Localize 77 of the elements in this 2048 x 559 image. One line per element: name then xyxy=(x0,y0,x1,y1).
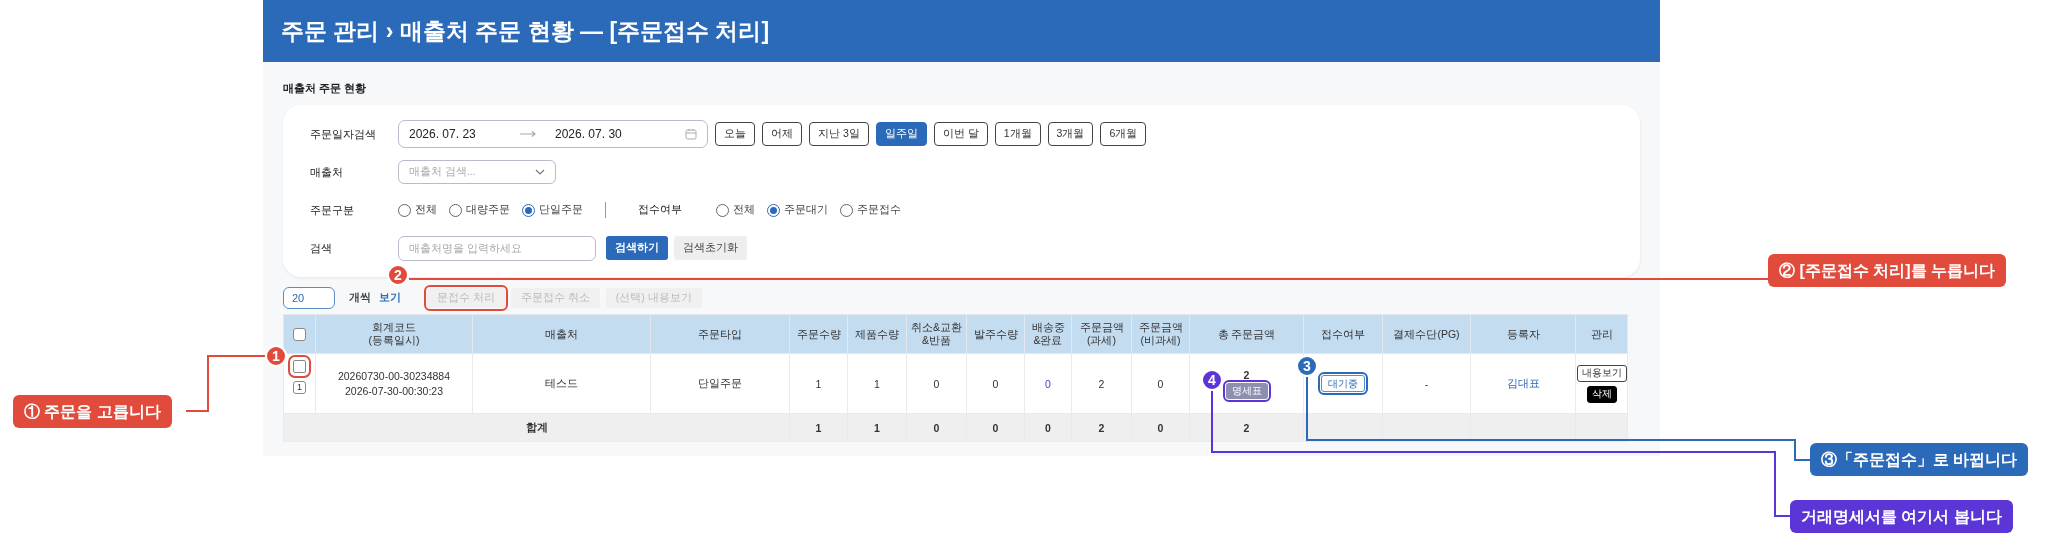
column-header: 총 주문금액 xyxy=(1217,327,1276,340)
radio-label: 주문접수 xyxy=(857,203,901,217)
column-header: 매출처 xyxy=(545,327,578,340)
table-cell-text: 0 xyxy=(992,377,999,390)
date-range-button[interactable]: 일주일 xyxy=(875,122,927,146)
callout-label: ③「주문접수」로 바뀝니다 xyxy=(1810,443,2029,476)
callout-label: 거래명세서를 여기서 봅니다 xyxy=(1790,500,2013,533)
date-range-button[interactable]: 지난 3일 xyxy=(809,122,869,146)
total-value: 1 xyxy=(815,421,822,434)
status-button[interactable]: 대기중 xyxy=(1321,375,1365,392)
total-value: 2 xyxy=(1243,421,1250,434)
column-header: 등록자 xyxy=(1506,327,1540,340)
amount-text: 2 xyxy=(1243,368,1250,381)
date-range-button[interactable]: 어제 xyxy=(762,122,802,146)
table-cell-text: 단일주문 xyxy=(698,376,742,389)
radio-label: 전체 xyxy=(415,203,437,217)
column-header: 주문금액 (비과세) xyxy=(1138,321,1183,346)
column-header: 회계코드 (등록일시) xyxy=(368,321,420,346)
table-link[interactable]: 0 xyxy=(1045,377,1051,390)
view-link[interactable]: 보기 xyxy=(379,291,401,305)
table-cell-text: 0 xyxy=(1157,377,1164,390)
row-number: 1 xyxy=(293,381,306,394)
reset-button[interactable]: 검색초기화 xyxy=(674,236,747,260)
field-label: 주문일자검색 xyxy=(310,126,377,142)
field-label: 접수여부 xyxy=(638,203,683,217)
column-header: 배송중 &완료 xyxy=(1031,321,1065,346)
field-label: 매출처 xyxy=(310,164,344,180)
checkbox[interactable] xyxy=(293,327,306,341)
table-cell-text: 2026-07-30-00:30:23 xyxy=(343,383,445,399)
callout-label: ② [주문접수 처리]를 누릅니다 xyxy=(1768,254,2006,287)
search-field[interactable]: 매출처명을 입력하세요 xyxy=(398,235,596,261)
table-cell-text: 테스드 xyxy=(545,376,578,389)
table-link[interactable]: 김대표 xyxy=(1506,376,1540,389)
total-value: 0 xyxy=(992,421,999,434)
column-header: 결제수단(PG) xyxy=(1393,327,1460,340)
date-range-field[interactable]: 2026. 07. 23 2026. 07. 30 xyxy=(398,120,708,148)
column-header: 주문금액 (과세) xyxy=(1079,321,1124,346)
table-cell-text: 2 xyxy=(1098,377,1105,390)
total-value: 0 xyxy=(1157,421,1164,434)
totals-label: 합계 xyxy=(525,420,548,433)
callout-label: ① 주문을 고릅니다 xyxy=(13,395,172,428)
date-range-button[interactable]: 6개월 xyxy=(1100,122,1147,146)
page-title: 주문 관리 › 매출처 주문 현황 — [주문접수 처리] xyxy=(281,16,770,46)
total-value: 0 xyxy=(1045,421,1051,434)
column-header: 주문타입 xyxy=(698,327,742,340)
radio-label: 전체 xyxy=(733,203,755,217)
column-header: 관리 xyxy=(1590,327,1613,340)
total-value: 2 xyxy=(1098,421,1105,434)
table-cell-text: 1 xyxy=(815,377,822,390)
column-header: 제품수량 xyxy=(855,327,899,340)
date-range-button[interactable]: 3개월 xyxy=(1047,122,1094,146)
page-size-label: 개씩 xyxy=(349,291,371,305)
section-title: 매출처 주문 현황 xyxy=(283,81,367,96)
radio-label: 대량주문 xyxy=(466,203,510,217)
delete-button[interactable]: 삭제 xyxy=(1587,385,1617,403)
chevron-down-icon xyxy=(535,169,545,175)
column-header: 발주수량 xyxy=(973,327,1018,340)
page-size-field[interactable]: 20 xyxy=(283,287,335,309)
table-cell-text: 0 xyxy=(933,377,940,390)
view-button[interactable]: 내용보기 xyxy=(1577,364,1627,382)
date-range-button[interactable]: 이번 달 xyxy=(933,122,988,146)
radio-label: 주문대기 xyxy=(784,203,828,217)
arrow-icon xyxy=(519,130,537,138)
date-range-button[interactable]: 1개월 xyxy=(994,122,1041,146)
field-label: 주문구분 xyxy=(310,202,355,218)
column-header: 취소&교환 &반품 xyxy=(911,321,962,346)
field-label: 검색 xyxy=(310,240,333,256)
total-value: 0 xyxy=(933,421,940,434)
search-button[interactable]: 검색하기 xyxy=(606,236,668,260)
total-value: 1 xyxy=(874,421,880,434)
table-cell-text: 20260730-00-30234884 xyxy=(336,368,452,384)
date-range-button[interactable]: 오늘 xyxy=(715,122,755,146)
radio-label: 단일주문 xyxy=(539,203,583,217)
table-cell-text: - xyxy=(1424,377,1429,390)
table-cell-text: 1 xyxy=(874,377,880,390)
column-header: 주문수량 xyxy=(796,327,841,340)
column-header: 접수여부 xyxy=(1321,327,1365,340)
